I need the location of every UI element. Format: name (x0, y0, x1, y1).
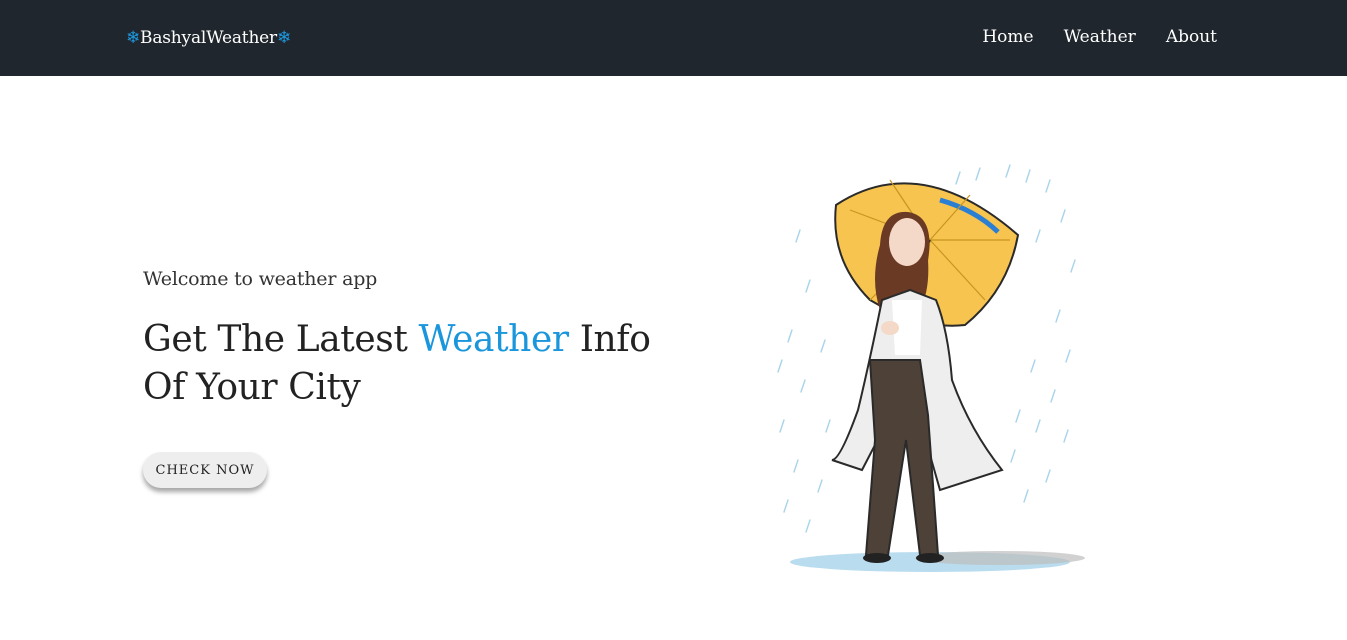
woman-with-umbrella-illustration (777, 164, 1085, 572)
shoe-right (916, 553, 944, 563)
nav-links: Home Weather About (982, 27, 1217, 47)
nav-about[interactable]: About (1166, 27, 1217, 47)
welcome-text: Welcome to weather app (143, 268, 378, 290)
hand (881, 321, 899, 335)
snowflake-icon: ❄ (126, 27, 141, 48)
brand-name: BashyalWeather (140, 28, 277, 48)
hero-text: Welcome to weather app Get The Latest We… (143, 268, 683, 412)
check-now-button[interactable]: CHECK NOW (143, 452, 267, 488)
nav-weather[interactable]: Weather (1064, 27, 1136, 47)
brand-link[interactable]: ❄ BashyalWeather ❄ (126, 26, 291, 50)
headline-accent: Weather (418, 319, 569, 360)
hero-headline: Get The Latest Weather Info Of Your City (143, 316, 683, 412)
face (889, 218, 925, 266)
shoe-left (863, 553, 891, 563)
navbar: ❄ BashyalWeather ❄ Home Weather About (0, 0, 1347, 76)
snowflake-icon: ❄ (276, 27, 292, 48)
nav-home[interactable]: Home (982, 27, 1033, 47)
headline-part-1: Get The Latest (143, 319, 419, 360)
